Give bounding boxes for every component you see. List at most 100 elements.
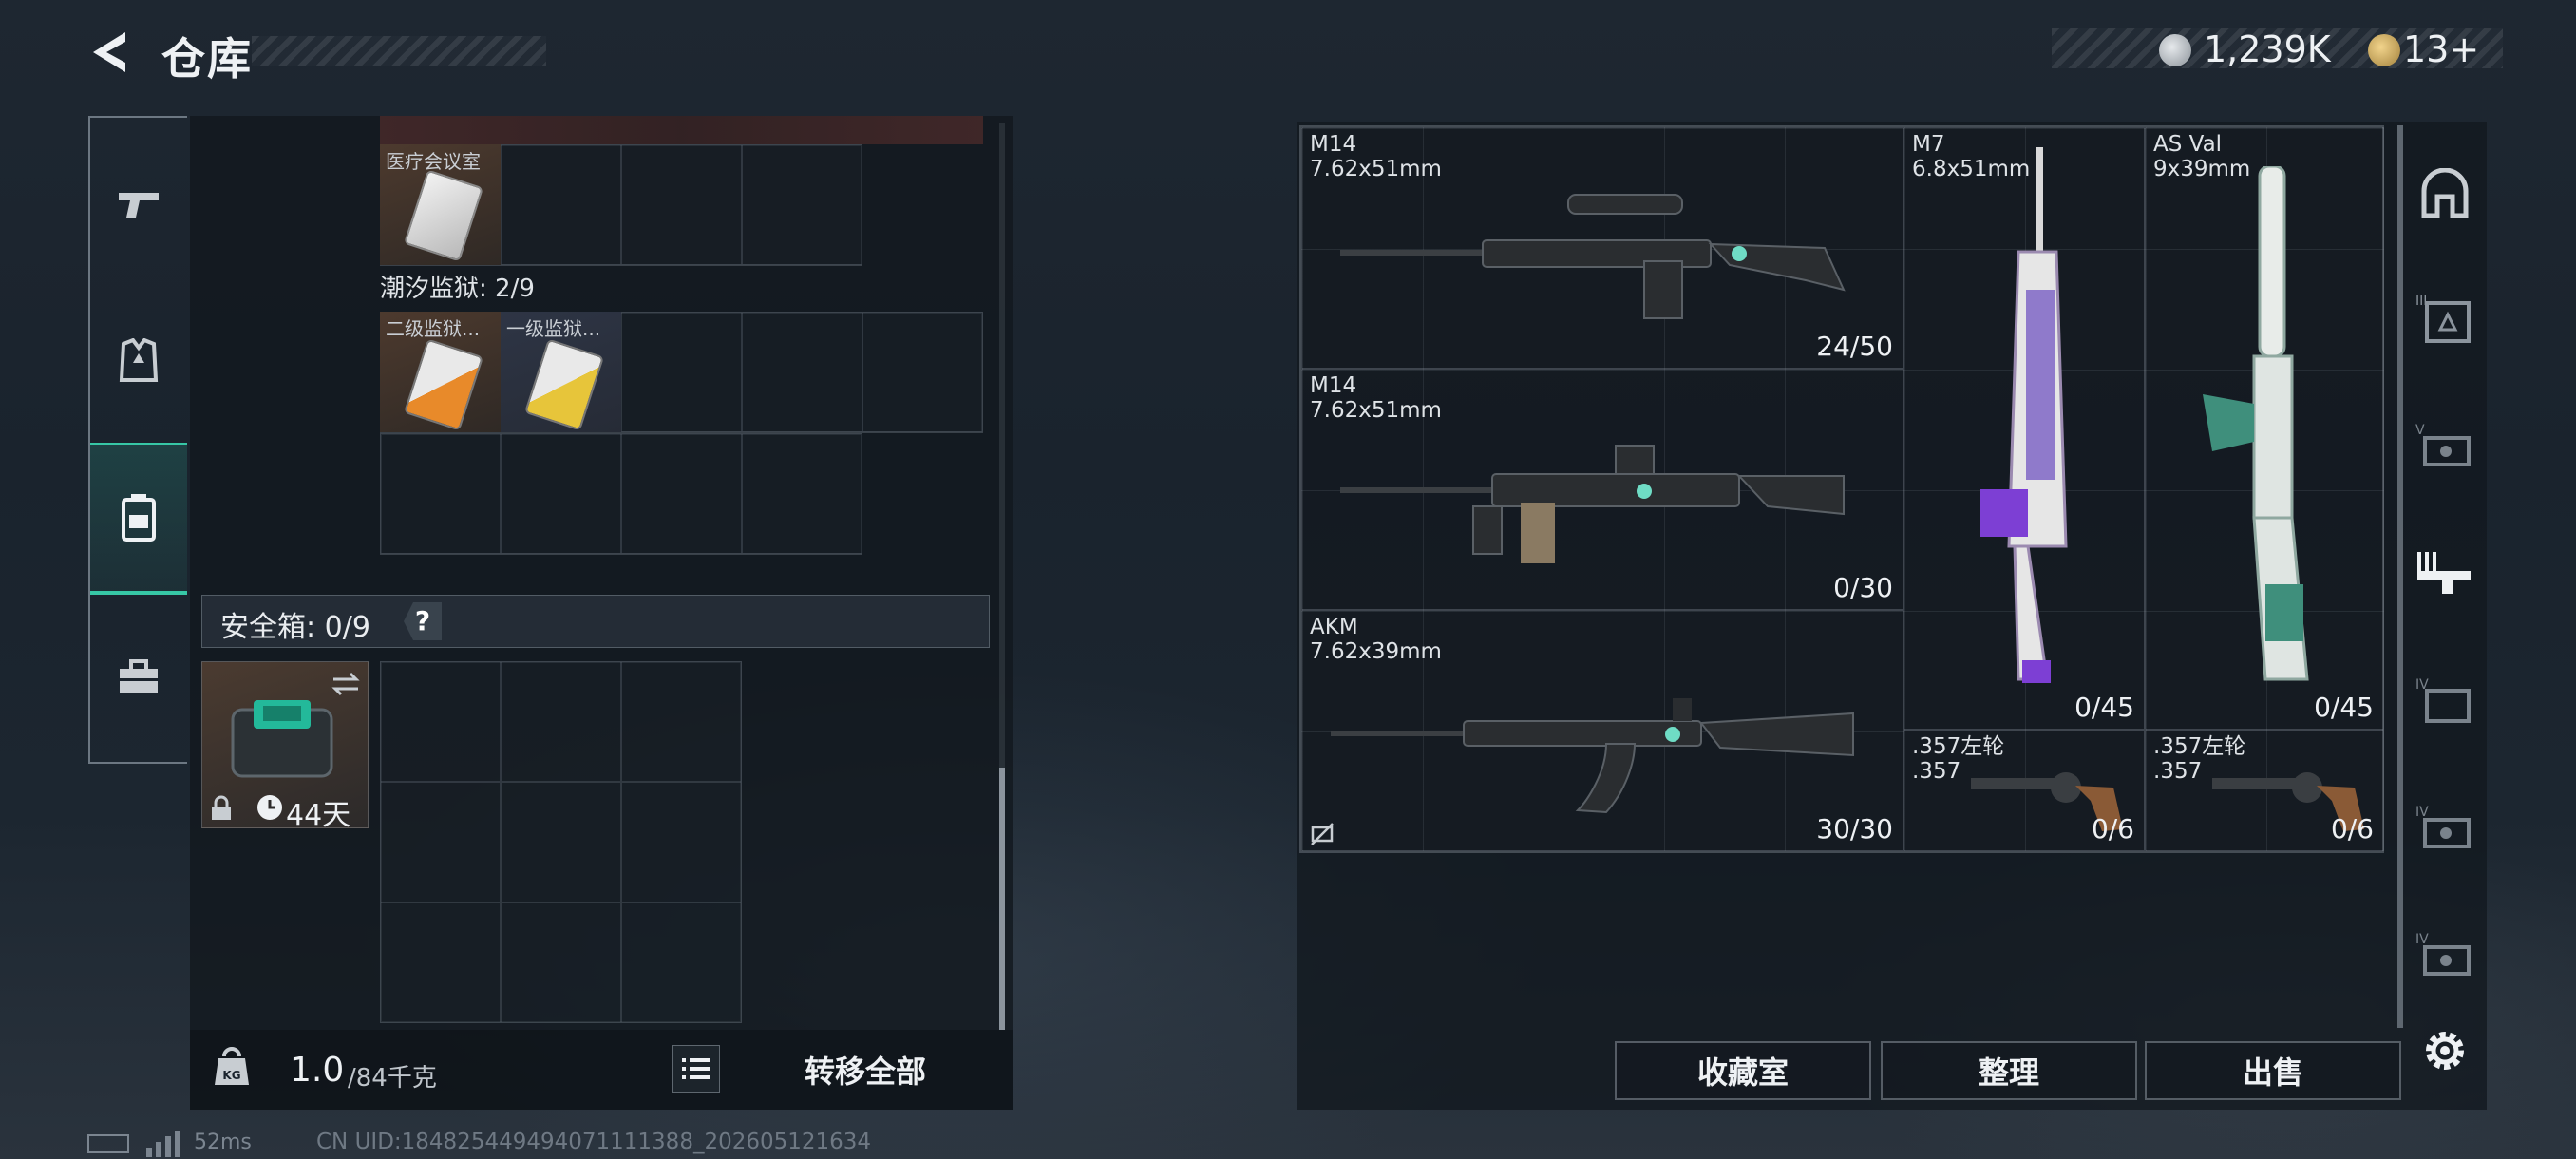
container-tier-icon: V [2415, 423, 2471, 466]
weapon-slot[interactable]: AKM 7.62x39mm 30/30 [1301, 610, 1904, 851]
weight-capacity: /84千克 [348, 1064, 437, 1092]
filter-tier-4[interactable]: IV [2409, 648, 2481, 752]
safebox-icon [231, 700, 333, 778]
folder-tier-icon: IV [2415, 677, 2471, 723]
pistol-icon [119, 193, 159, 218]
weapon-slot[interactable]: .357左轮 .357 0/6 [2145, 730, 2384, 851]
grid-cell[interactable] [862, 312, 983, 432]
silver-coin-icon [2159, 34, 2191, 66]
back-arrow-icon[interactable] [87, 28, 135, 76]
grid-cell[interactable] [380, 902, 501, 1023]
user-uid: CN UID:184825449494071111388_20260512163… [316, 1130, 872, 1154]
grid-cell[interactable] [621, 144, 742, 265]
keycard-icon [403, 338, 484, 431]
filter-weapons[interactable] [2409, 521, 2481, 625]
grid-cell[interactable] [742, 433, 862, 554]
container-header-strip [380, 116, 983, 144]
page-title: 仓库 [161, 33, 253, 85]
section-title-prison: 潮汐监狱: 2/9 [380, 275, 535, 303]
grid-cell[interactable] [501, 782, 621, 902]
grid-cell[interactable] [742, 144, 862, 265]
nav-tab-weapons[interactable] [90, 142, 187, 266]
ammo-count: 30/30 [1816, 813, 1893, 845]
weapon-slot[interactable]: M14 7.62x51mm 0/30 [1301, 369, 1904, 610]
weight-icon: KG [215, 1047, 249, 1085]
grid-cell[interactable] [501, 144, 621, 265]
grid-cell[interactable] [501, 661, 621, 782]
grid-cell[interactable] [621, 902, 742, 1023]
grid-cell[interactable] [501, 902, 621, 1023]
filter-tier-5[interactable]: V [2409, 393, 2481, 498]
ammo-count: 0/30 [1833, 572, 1893, 603]
grid-cell[interactable] [501, 433, 621, 554]
nav-tab-armor[interactable] [90, 300, 187, 424]
grid-cell[interactable] [621, 661, 742, 782]
filter-tier-4-c[interactable]: IV [2409, 902, 2481, 1007]
nav-tab-toolbox[interactable] [90, 616, 187, 739]
medical-keycard-item[interactable]: 医疗会议室 [380, 144, 501, 265]
grid-cell[interactable] [742, 312, 862, 432]
weapon-slot[interactable]: AS Val 9x39mm 0/45 [2145, 127, 2384, 730]
container-tier-icon: IV [2415, 932, 2471, 976]
prison-keycard-item[interactable]: 一级监狱... [501, 312, 621, 432]
storage-scrollbar[interactable] [999, 768, 1005, 1030]
prison-keycard-item[interactable]: 二级监狱... [380, 312, 501, 432]
title-decoration [252, 36, 546, 66]
organize-button[interactable]: 整理 [1881, 1041, 2137, 1100]
weapon-slot[interactable]: M14 7.62x51mm 24/50 [1301, 127, 1904, 369]
grid-cell[interactable] [621, 782, 742, 902]
swap-icon[interactable] [330, 670, 362, 698]
weight-value: 1.0 [290, 1051, 345, 1090]
armor-tier-icon: III [2415, 294, 2471, 343]
ping-value: 52ms [194, 1130, 252, 1154]
briefcase-icon [120, 659, 158, 694]
svg-text:KG: KG [222, 1069, 240, 1082]
safebox-timer: 44天 [286, 799, 351, 832]
item-label: 二级监狱... [386, 317, 481, 340]
item-label: 医疗会议室 [386, 150, 481, 173]
filter-all[interactable] [2409, 142, 2481, 247]
svg-text:IV: IV [2415, 932, 2429, 947]
nav-divider [88, 116, 187, 118]
list-icon [682, 1058, 710, 1079]
ammo-count: 0/45 [2074, 692, 2134, 723]
keycard-icon [403, 169, 484, 262]
nav-divider [88, 762, 187, 764]
rifle-icon [1980, 147, 2068, 683]
gear-icon[interactable] [2420, 1026, 2470, 1075]
filter-tier-3-armor[interactable]: III [2409, 266, 2481, 370]
ticket-count: 13+ [2403, 28, 2480, 70]
grid-cell[interactable] [621, 312, 742, 432]
rifle-icon [1340, 194, 1846, 319]
sell-button[interactable]: 出售 [2145, 1041, 2401, 1100]
grid-cell[interactable] [380, 782, 501, 902]
item-label: 一级监狱... [506, 317, 601, 340]
weapon-scrollbar[interactable] [2397, 125, 2403, 1028]
safebox-container-item[interactable]: 44天 [201, 661, 369, 832]
grid-cell[interactable] [380, 433, 501, 554]
transfer-all-button[interactable]: 转移全部 [731, 1039, 999, 1100]
grid-cell[interactable] [621, 433, 742, 554]
collection-room-button[interactable]: 收藏室 [1615, 1041, 1871, 1100]
nav-tab-backpack[interactable] [90, 443, 187, 595]
keycard-icon [523, 338, 605, 431]
list-view-button[interactable] [672, 1045, 720, 1092]
rifle-icon [1340, 445, 1845, 563]
rifle-icon [2203, 166, 2309, 681]
ammo-count: 0/6 [2091, 813, 2134, 845]
clock-icon [257, 795, 282, 820]
weapon-slot[interactable]: .357左轮 .357 0/6 [1904, 730, 2145, 851]
ammo-count: 0/45 [2314, 692, 2374, 723]
ammo-count: 0/6 [2330, 813, 2374, 845]
grid-cell[interactable] [380, 661, 501, 782]
filter-tier-4-b[interactable]: IV [2409, 775, 2481, 880]
rifle-icon [1331, 698, 1854, 814]
weapon-rack-icon [2417, 552, 2471, 594]
lock-icon [212, 795, 231, 820]
weapon-slot[interactable]: M7 6.8x51mm 0/45 [1904, 127, 2145, 730]
no-attachment-icon [1311, 823, 1334, 846]
backpack-icon [122, 494, 156, 542]
svg-text:IV: IV [2415, 805, 2429, 820]
signal-icon [146, 1130, 180, 1157]
money-amount: 1,239K [2204, 28, 2331, 70]
